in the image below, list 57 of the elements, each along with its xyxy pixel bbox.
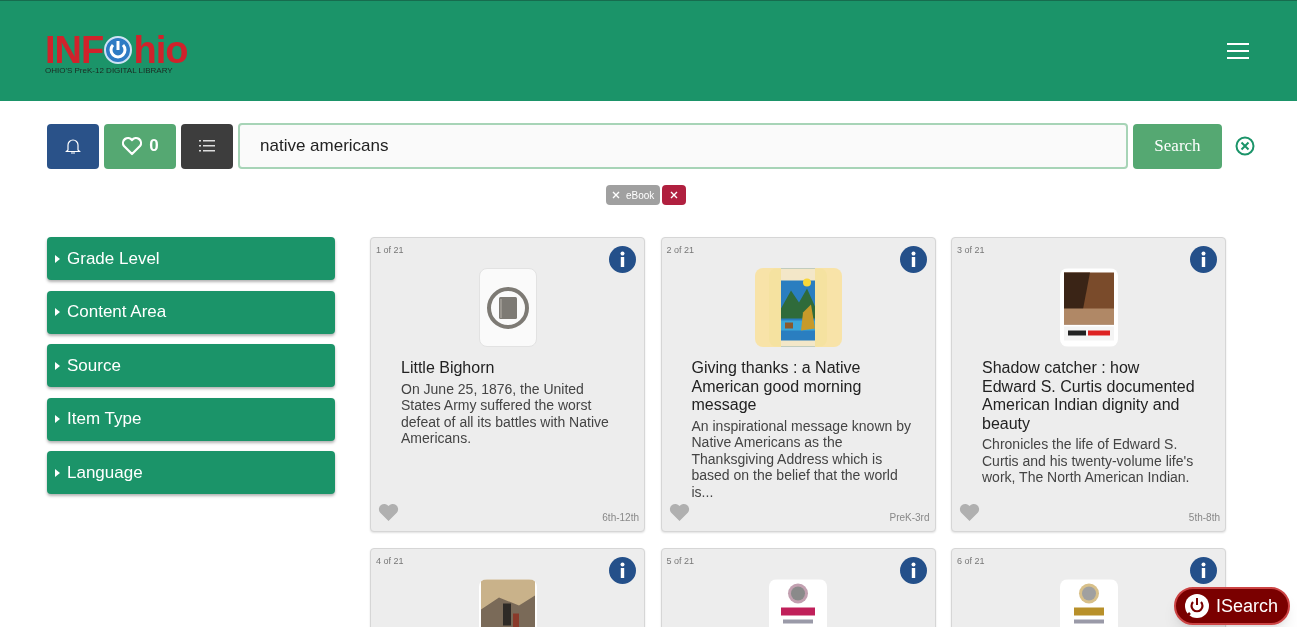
result-counter: 4 of 21 — [376, 555, 404, 568]
close-icon — [670, 191, 679, 199]
result-card[interactable]: 2 of 21 Giving thanks : a Native American good morning message An inspirational message known by Native Americans as the Thanksgiving Address which is based on the belief that the world is... PreK-3rd — [660, 237, 936, 532]
logo-text: INF — [45, 31, 104, 69]
result-description: An inspirational message known by Native Americans as the Thanksgiving Address which is based on the belief that the world is... — [690, 417, 912, 500]
info-icon[interactable] — [899, 557, 927, 584]
caret-icon — [55, 415, 60, 423]
logo-tagline: OHIO'S PreK-12 DIGITAL LIBRARY — [45, 67, 174, 75]
result-counter: 1 of 21 — [376, 244, 404, 257]
power-icon — [104, 36, 133, 64]
isearch-button[interactable]: ISearch — [1173, 587, 1290, 625]
grade-range: 6th-12th — [602, 511, 639, 525]
list-view-button[interactable] — [181, 123, 233, 169]
info-icon[interactable] — [609, 246, 636, 273]
info-icon[interactable] — [609, 557, 636, 584]
result-counter: 3 of 21 — [957, 244, 985, 257]
caret-icon — [55, 468, 60, 477]
bell-icon — [65, 137, 81, 155]
result-card[interactable] — [951, 237, 1226, 532]
result-description: Chronicles the life of Edward S. Curtis and his twenty-volume life's work, The North American Indian. — [981, 436, 1195, 486]
caret-icon — [55, 361, 60, 370]
filter-category[interactable]: Grade Level — [47, 237, 335, 280]
filter-category[interactable]: Source — [47, 344, 335, 387]
clear-filters-button[interactable] — [662, 185, 687, 205]
filter-category[interactable]: Item Type — [47, 397, 335, 441]
power-search-icon — [1183, 593, 1210, 619]
result-card[interactable]: 1 of 21 Little Bighorn On June 25, 1876, the United States Army suffered the worst defeat of all its battles with Native Americans. 6th-12th — [370, 237, 645, 532]
info-icon[interactable] — [899, 246, 927, 273]
result-title[interactable]: Shadow catcher : how Edward S. Curtis documented American Indian dignity and beauty — [952, 359, 1225, 433]
filter-category[interactable]: Language — [47, 451, 335, 494]
grade-range: 5th-8th — [1188, 511, 1220, 525]
result-card[interactable]: 5 of 21 — [660, 548, 936, 627]
result-description: On June 25, 1876, the United States Army suffered the worst defeat of all its battles with Native Americans. — [400, 380, 610, 447]
result-counter: 2 of 21 — [666, 244, 695, 257]
favorites-button[interactable]: 0 — [104, 123, 176, 169]
result-card[interactable]: 4 of 21 — [370, 548, 645, 627]
caret-icon — [55, 308, 60, 316]
menu-icon[interactable] — [1227, 43, 1249, 59]
filter-chip[interactable]: eBook — [606, 185, 661, 205]
close-icon — [612, 191, 620, 199]
search-field[interactable]: native americans — [238, 123, 1128, 169]
notifications-button[interactable] — [47, 123, 99, 169]
grade-range: PreK-3rd — [889, 511, 930, 525]
search-button[interactable]: Search — [1133, 123, 1222, 169]
list-icon — [199, 140, 215, 152]
result-counter: 5 of 21 — [666, 555, 695, 568]
result-title[interactable]: Giving thanks : a Native American good morning message — [661, 359, 935, 415]
result-title[interactable]: Little Bighorn — [371, 359, 644, 378]
caret-icon — [55, 254, 60, 263]
clear-search-icon[interactable] — [1235, 136, 1255, 156]
book-icon — [478, 268, 537, 347]
info-icon[interactable] — [1190, 246, 1217, 273]
result-counter: 6 of 21 — [957, 555, 985, 568]
info-icon[interactable] — [1190, 557, 1217, 584]
heart-icon — [121, 136, 144, 156]
filter-category[interactable]: Content Area — [47, 290, 335, 334]
logo-text: hio — [133, 31, 188, 69]
